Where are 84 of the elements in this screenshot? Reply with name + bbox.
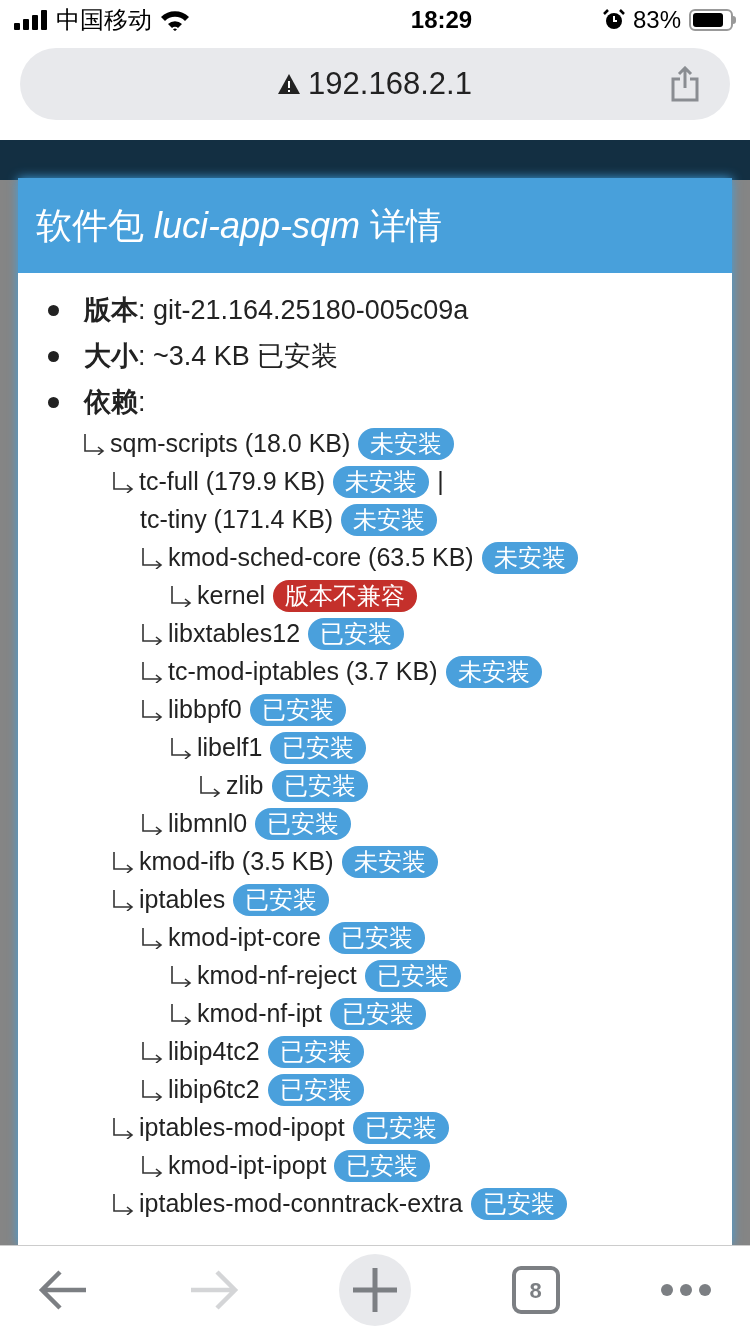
address-bar[interactable]: 192.168.2.1: [20, 48, 730, 120]
bullet-icon: [48, 304, 59, 316]
branch-arrow-icon: [140, 623, 164, 645]
package-name: tc-tiny (171.4 KB): [140, 504, 334, 536]
info-text: 版本: git-21.164.25180-005c09a: [84, 293, 469, 327]
package-name: libip4tc2: [168, 1036, 260, 1068]
status-badge: 已安装: [249, 694, 346, 726]
status-badge: 已安装: [267, 1074, 364, 1106]
plus-icon: [351, 1266, 399, 1314]
info-text: 依赖:: [84, 385, 146, 419]
alarm-icon: [602, 9, 625, 31]
branch-arrow-icon: [111, 471, 135, 493]
branch-arrow-icon: [140, 699, 164, 721]
branch-arrow-icon: [111, 1193, 135, 1215]
package-name: libelf1: [197, 732, 263, 764]
branch-arrow-icon: [140, 1079, 164, 1101]
package-name: kmod-ipt-ipopt: [168, 1150, 327, 1182]
branch-arrow-icon: [169, 1003, 193, 1025]
carrier-name: 中国移动: [56, 5, 152, 35]
branch-arrow-icon: [111, 851, 135, 873]
package-name: libbpf0: [168, 694, 242, 726]
battery-percent: 83%: [632, 5, 681, 35]
package-name: kmod-ipt-core: [168, 922, 321, 954]
wifi-icon: [160, 9, 190, 31]
back-arrow-icon[interactable]: [38, 1270, 88, 1310]
status-badge: 已安装: [270, 732, 367, 764]
status-badge: 已安装: [328, 922, 425, 954]
package-name: kmod-sched-core (63.5 KB): [168, 542, 474, 574]
package-name: kmod-nf-reject: [197, 960, 357, 992]
package-name: iptables-mod-conntrack-extra: [139, 1188, 463, 1220]
package-name: tc-mod-iptables (3.7 KB): [168, 656, 438, 688]
info-text: 大小: ~3.4 KB 已安装: [84, 339, 339, 373]
package-name: libip6tc2: [168, 1074, 260, 1106]
status-badge: 版本不兼容: [273, 580, 418, 612]
dialog-title: 软件包 luci-app-sqm 详情: [36, 203, 443, 248]
branch-arrow-icon: [111, 889, 135, 911]
branch-arrow-icon: [140, 1041, 164, 1063]
clock-time: 18:29: [410, 5, 473, 35]
status-badge: 未安装: [481, 542, 578, 574]
branch-arrow-icon: [169, 965, 193, 987]
status-badge: 已安装: [255, 808, 352, 840]
package-name: kernel: [197, 580, 266, 612]
package-name: iptables: [139, 884, 226, 916]
branch-arrow-icon: [140, 547, 164, 569]
status-badge: 已安装: [308, 618, 405, 650]
more-icon[interactable]: [660, 1283, 712, 1297]
status-badge: 已安装: [334, 1150, 431, 1182]
branch-arrow-icon: [140, 813, 164, 835]
branch-arrow-icon: [82, 433, 106, 455]
branch-arrow-icon: [140, 927, 164, 949]
signal-icon: [14, 10, 48, 30]
package-name: sqm-scripts (18.0 KB): [110, 428, 351, 460]
package-name: tc-full (179.9 KB): [139, 466, 326, 498]
status-badge: 已安装: [267, 1036, 364, 1068]
url-text: 192.168.2.1: [308, 64, 472, 103]
status-badge: 已安装: [352, 1112, 449, 1144]
status-badge: 已安装: [233, 884, 330, 916]
branch-arrow-icon: [140, 661, 164, 683]
package-name: kmod-nf-ipt: [197, 998, 323, 1030]
bullet-icon: [48, 396, 59, 408]
status-badge: 已安装: [364, 960, 461, 992]
package-name: libmnl0: [168, 808, 248, 840]
branch-arrow-icon: [111, 1117, 135, 1139]
battery-icon: [689, 9, 736, 31]
bullet-icon: [48, 350, 59, 362]
separator-text: |: [437, 466, 444, 498]
status-badge: 已安装: [470, 1188, 567, 1220]
status-badge: 未安装: [341, 846, 438, 878]
branch-arrow-icon: [198, 775, 222, 797]
status-badge: 未安装: [333, 466, 430, 498]
branch-arrow-icon: [169, 585, 193, 607]
package-name: iptables-mod-ipopt: [139, 1112, 345, 1144]
status-badge: 已安装: [330, 998, 427, 1030]
status-badge: 未安装: [445, 656, 542, 688]
package-name: kmod-ifb (3.5 KB): [139, 846, 334, 878]
share-icon[interactable]: [670, 66, 700, 102]
package-name: libxtables12: [168, 618, 301, 650]
status-badge: 未安装: [341, 504, 438, 536]
branch-arrow-icon: [169, 737, 193, 759]
status-badge: 未安装: [358, 428, 455, 460]
branch-arrow-icon: [140, 1155, 164, 1177]
tabs-button[interactable]: 8: [511, 1266, 560, 1314]
status-badge: 已安装: [271, 770, 368, 802]
package-name: zlib: [226, 770, 264, 802]
